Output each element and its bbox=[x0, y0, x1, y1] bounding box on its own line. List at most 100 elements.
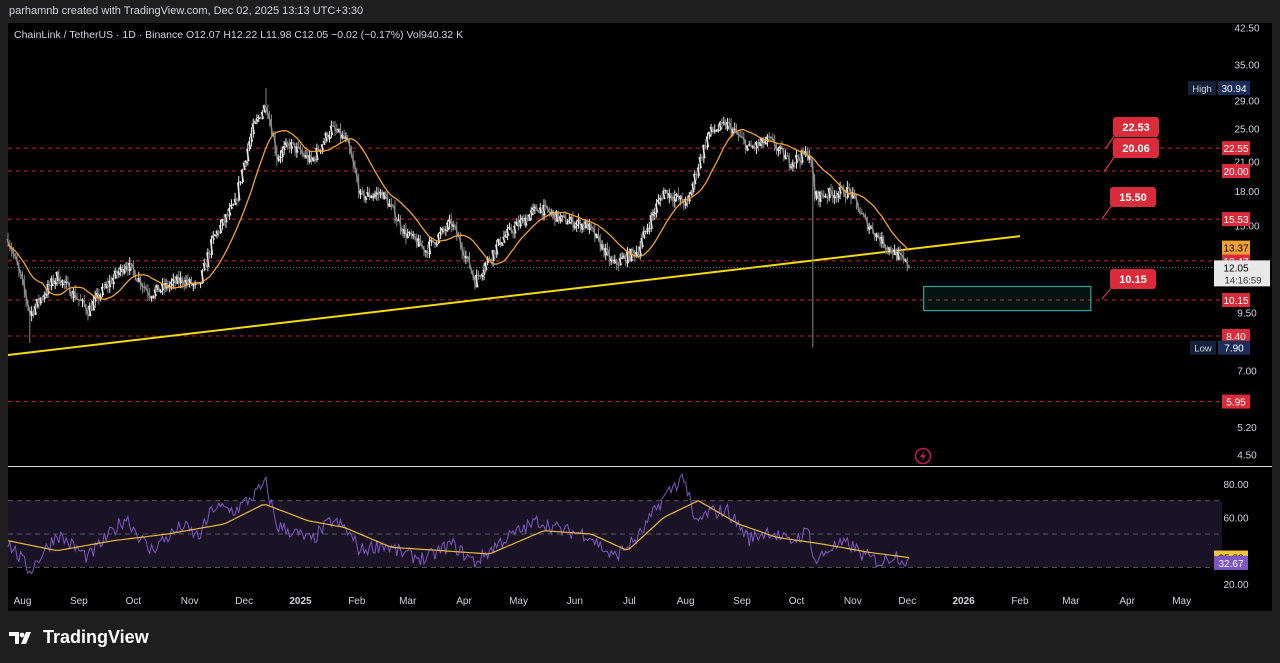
candle-body bbox=[173, 278, 177, 285]
candle-body bbox=[511, 231, 515, 235]
candle-body bbox=[267, 116, 272, 122]
candle-body bbox=[191, 283, 195, 287]
candle-body bbox=[811, 161, 815, 180]
candle-body bbox=[349, 150, 354, 158]
candle-body bbox=[355, 171, 359, 180]
candle-body bbox=[338, 128, 343, 139]
candle-body bbox=[204, 262, 208, 268]
candle-body bbox=[100, 286, 105, 296]
candle-body bbox=[858, 211, 862, 215]
candle-body bbox=[482, 269, 486, 276]
candle-body bbox=[729, 123, 733, 135]
candle-body bbox=[469, 267, 473, 273]
candle-body bbox=[242, 162, 246, 171]
candle-body bbox=[189, 278, 194, 286]
candle-body bbox=[656, 199, 661, 205]
candle-body bbox=[102, 286, 106, 289]
candle-body bbox=[871, 226, 875, 234]
callout-leader bbox=[1103, 155, 1116, 173]
candle-body bbox=[84, 305, 88, 313]
candle-body bbox=[315, 147, 319, 161]
candle-body bbox=[237, 182, 241, 201]
candle-body bbox=[700, 156, 704, 159]
symbol-legend: ChainLink / TetherUS · 1D · Binance O12.… bbox=[14, 29, 464, 41]
current-price-label: 12.05 bbox=[1223, 263, 1248, 274]
x-tick-label: Feb bbox=[1011, 596, 1029, 607]
x-tick-label: 2026 bbox=[953, 596, 976, 607]
candle-body bbox=[715, 129, 718, 132]
callout-label: 15.50 bbox=[1119, 192, 1147, 204]
candle-body bbox=[654, 203, 659, 213]
candle-body bbox=[208, 251, 212, 256]
low-badge-label: 7.90 bbox=[1224, 344, 1244, 355]
candle-body bbox=[438, 231, 442, 236]
candle-body bbox=[696, 167, 701, 176]
candle-body bbox=[713, 129, 716, 133]
candle-body bbox=[793, 161, 796, 164]
candle-body bbox=[351, 157, 355, 165]
x-tick-label: Sep bbox=[733, 596, 751, 607]
candle-body bbox=[22, 280, 27, 293]
candle-body bbox=[141, 285, 144, 288]
candle-body bbox=[812, 178, 817, 199]
candle-body bbox=[235, 198, 239, 202]
candle-body bbox=[566, 222, 569, 225]
level-badge-label: 10.15 bbox=[1223, 296, 1248, 307]
x-tick-label: Nov bbox=[844, 596, 862, 607]
candle-body bbox=[885, 247, 889, 251]
candle-body bbox=[529, 210, 533, 216]
candle-body bbox=[313, 157, 317, 161]
candle-body bbox=[11, 251, 16, 256]
candle-body bbox=[31, 310, 36, 315]
candle-body bbox=[275, 150, 279, 161]
candle-body bbox=[333, 125, 337, 131]
candle-body bbox=[844, 195, 847, 199]
candle-body bbox=[589, 223, 593, 228]
candle-body bbox=[279, 155, 282, 159]
candle-body bbox=[582, 223, 586, 229]
candle-body bbox=[371, 195, 375, 199]
candle-body bbox=[169, 281, 174, 286]
candle-body bbox=[645, 228, 650, 232]
x-tick-label: Jun bbox=[567, 596, 583, 607]
candle-body bbox=[386, 197, 390, 207]
x-tick-label: Dec bbox=[235, 596, 253, 607]
candle-body bbox=[484, 262, 488, 271]
candle-body bbox=[455, 226, 459, 237]
callout-leader bbox=[1101, 204, 1113, 220]
candle-body bbox=[409, 231, 413, 237]
x-tick-label: Sep bbox=[70, 596, 88, 607]
candle-body bbox=[838, 186, 842, 194]
price-tick-label: 9.50 bbox=[1237, 309, 1257, 320]
candle-body bbox=[651, 213, 655, 217]
candle-body bbox=[264, 105, 268, 111]
candle-body bbox=[662, 190, 666, 200]
candle-body bbox=[480, 273, 484, 278]
x-tick-label: Apr bbox=[1119, 596, 1135, 607]
candle-body bbox=[398, 219, 403, 231]
candle-body bbox=[593, 229, 597, 239]
candle-body bbox=[705, 136, 710, 148]
candle-body bbox=[825, 195, 829, 199]
demand-zone bbox=[923, 285, 1092, 312]
candle-body bbox=[698, 156, 702, 169]
candle-body bbox=[298, 147, 303, 153]
candle-body bbox=[436, 234, 441, 244]
candle-body bbox=[671, 197, 675, 202]
candle-body bbox=[782, 148, 786, 160]
candle-body bbox=[19, 270, 23, 277]
chart-svg: 22.53 20.06 15.50 10.15 Aug Sep Oct Nov Dec 2025 F… bbox=[6, 24, 1272, 607]
candle-body bbox=[682, 201, 686, 207]
price-tick-label: 42.50 bbox=[1234, 24, 1259, 35]
candle-body bbox=[598, 237, 602, 250]
candle-body bbox=[206, 252, 210, 267]
candle-body bbox=[320, 144, 324, 151]
candle-body bbox=[462, 252, 466, 259]
candle-body bbox=[648, 227, 651, 230]
callout-leader bbox=[1101, 286, 1113, 300]
candle-body bbox=[144, 286, 148, 291]
candle-body bbox=[831, 192, 835, 199]
candle-body bbox=[255, 118, 259, 123]
candle-body bbox=[73, 290, 77, 300]
x-tick-label: Feb bbox=[348, 596, 366, 607]
